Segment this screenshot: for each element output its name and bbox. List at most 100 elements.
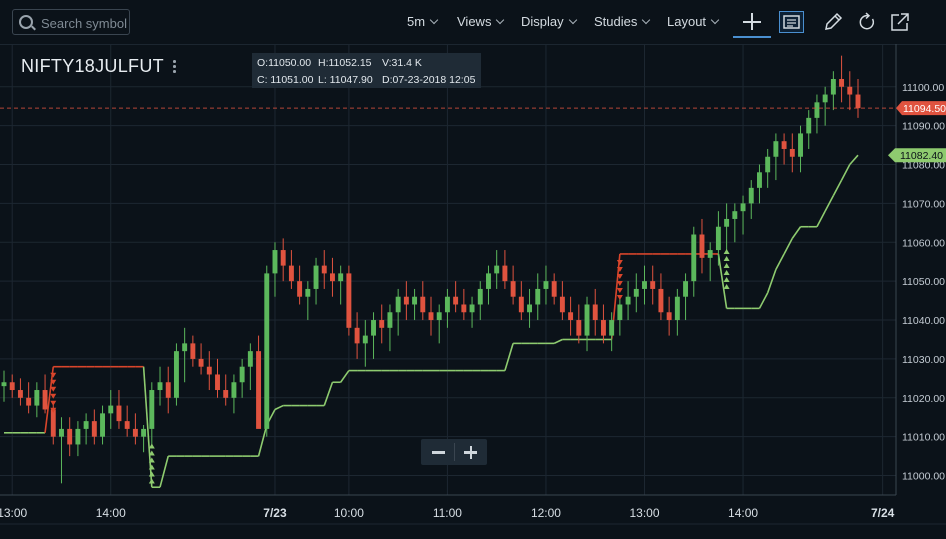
stop-line-segment — [758, 292, 769, 309]
candle-body — [486, 273, 491, 289]
candle-body — [403, 296, 409, 305]
interval-menu[interactable]: 5m — [407, 14, 439, 29]
stop-line-segment — [504, 343, 514, 371]
candle-body — [535, 288, 541, 305]
ohlc-low: L: 11047.90 — [318, 74, 373, 86]
zoom-in-button[interactable] — [461, 442, 483, 462]
chevron-down-icon — [568, 15, 577, 25]
reset-icon[interactable] — [856, 11, 878, 33]
candle-body — [239, 366, 245, 383]
candle-body — [9, 382, 15, 391]
candle-body — [576, 320, 582, 336]
candle-body — [108, 405, 114, 414]
layout-menu[interactable]: Layout — [667, 14, 720, 29]
buy-signal-marker — [148, 478, 155, 484]
stop-line-segment — [840, 164, 851, 181]
info-panel-button[interactable] — [779, 11, 804, 33]
candle-body — [798, 133, 803, 157]
candle-body — [165, 382, 171, 398]
candle-body — [502, 265, 508, 282]
candle-body — [658, 288, 664, 313]
sell-signal-marker — [616, 287, 623, 293]
candle-body — [173, 351, 179, 398]
pencil-icon[interactable] — [822, 11, 844, 33]
candle-body — [584, 304, 590, 336]
y-tick-label: 11020.00 — [902, 393, 945, 405]
candle-body — [206, 366, 212, 375]
price-axis: 11100.0011090.0011080.0011070.0011060.00… — [902, 82, 945, 483]
search-input[interactable] — [39, 13, 131, 33]
candle-body — [830, 78, 836, 95]
candle-body — [288, 265, 294, 282]
stop-line-segment — [340, 370, 350, 383]
candle-body — [715, 226, 721, 251]
candle-body — [765, 156, 771, 173]
chevron-down-icon — [496, 15, 505, 25]
candle-body — [469, 304, 475, 313]
candle-body — [600, 320, 606, 336]
ohlc-high: H:11052.15 — [318, 57, 372, 69]
crosshair-icon[interactable] — [733, 8, 771, 38]
candle-body — [444, 296, 450, 313]
share-icon[interactable] — [889, 11, 911, 33]
candle-body — [83, 421, 89, 429]
ohlc-tooltip: O:11050.00 H:11052.15 V:31.4 K C: 11051.… — [252, 53, 481, 88]
views-menu[interactable]: Views — [457, 14, 505, 29]
candle-body — [231, 382, 237, 398]
zoom-out-button[interactable] — [429, 442, 451, 462]
candlestick-series — [1, 55, 861, 484]
candle-body — [420, 296, 426, 313]
price-labels: 11094.50 11082.40 — [0, 101, 946, 163]
symbol-menu-icon[interactable] — [170, 58, 178, 74]
candle-body — [559, 296, 565, 313]
y-tick-label: 11060.00 — [902, 237, 945, 249]
candle-body — [149, 390, 155, 429]
ohlc-volume: V:31.4 K — [382, 57, 422, 69]
candle-body — [732, 211, 738, 219]
stop-line-segment — [832, 179, 843, 197]
y-tick-label: 11040.00 — [902, 315, 945, 327]
candle-body — [26, 397, 32, 406]
candle-body — [568, 312, 574, 321]
candle-body — [707, 250, 713, 258]
stop-level-label: 11082.40 — [900, 150, 943, 162]
chevron-down-icon — [642, 15, 651, 25]
stop-line-segment — [849, 154, 859, 166]
candle-body — [198, 358, 204, 367]
x-tick-label: 7/23 — [263, 506, 287, 520]
x-tick-label: 13:00 — [629, 506, 659, 520]
candle-body — [297, 281, 303, 297]
stop-line-segment — [816, 210, 826, 228]
ohlc-date: D:07-23-2018 12:05 — [382, 74, 476, 86]
candle-body — [855, 94, 861, 109]
candle-body — [157, 382, 163, 391]
x-tick-label: 14:00 — [728, 506, 758, 520]
candle-body — [59, 428, 64, 437]
candle-body — [91, 421, 97, 437]
stop-line-segment — [791, 226, 802, 239]
y-tick-label: 11090.00 — [902, 121, 945, 133]
candle-body — [551, 281, 557, 297]
sell-signal-marker — [50, 372, 57, 378]
candle-body — [691, 234, 697, 282]
candle-body — [518, 296, 524, 313]
stop-line-segment — [553, 338, 563, 345]
studies-menu[interactable]: Studies — [594, 14, 651, 29]
candle-body — [256, 351, 262, 429]
stop-line-segment — [323, 381, 334, 406]
ohlc-close: C: 11051.00 — [257, 74, 314, 86]
search-box[interactable] — [12, 9, 131, 35]
display-menu[interactable]: Display — [521, 14, 577, 29]
studies-label: Studies — [594, 14, 638, 29]
candle-body — [247, 351, 253, 367]
sell-signal-marker — [50, 400, 57, 406]
candle-body — [650, 281, 656, 289]
candle-body — [756, 172, 762, 188]
y-tick-label: 11070.00 — [902, 198, 945, 210]
candle-body — [748, 187, 754, 204]
x-tick-label: 7/24 — [871, 506, 895, 520]
candle-body — [313, 265, 319, 289]
candle-body — [124, 421, 130, 429]
candle-body — [609, 320, 615, 336]
candle-body — [329, 273, 335, 282]
